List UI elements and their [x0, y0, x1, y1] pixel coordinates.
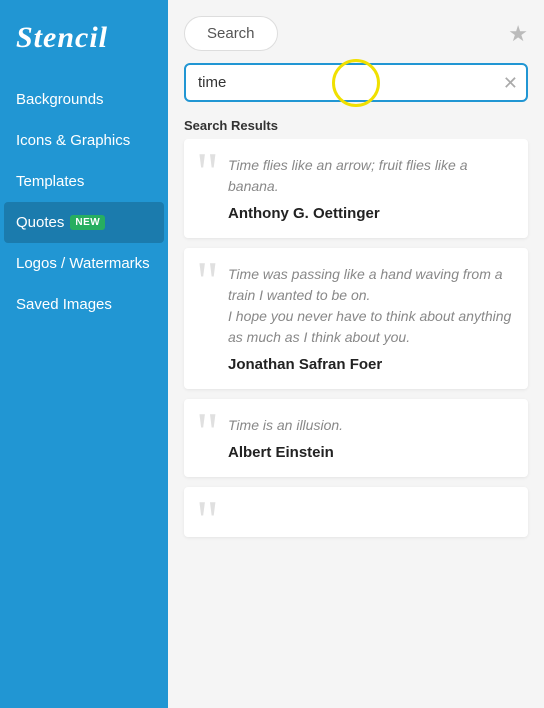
quote-mark-icon: "	[196, 260, 219, 305]
topbar: Search ★	[168, 0, 544, 63]
sidebar-item-label: Backgrounds	[16, 91, 104, 108]
app-logo: Stencil	[0, 0, 168, 79]
sidebar-item-icons-graphics[interactable]: Icons & Graphics	[0, 120, 168, 161]
sidebar-item-label: Logos / Watermarks	[16, 255, 150, 272]
search-input-wrapper: ✕	[184, 63, 528, 102]
main-content: Search ★ ✕ Search Results " Time flies l…	[168, 0, 544, 708]
sidebar-item-label: Icons & Graphics	[16, 132, 130, 149]
sidebar: Stencil Backgrounds Icons & Graphics Tem…	[0, 0, 168, 708]
sidebar-item-backgrounds[interactable]: Backgrounds	[0, 79, 168, 120]
result-card[interactable]: " Time flies like an arrow; fruit flies …	[184, 139, 528, 238]
sidebar-nav: Backgrounds Icons & Graphics Templates Q…	[0, 79, 168, 325]
search-tab-button[interactable]: Search	[184, 16, 278, 51]
result-card[interactable]: " Time is an illusion. Albert Einstein	[184, 399, 528, 477]
clear-icon: ✕	[503, 74, 518, 92]
sidebar-item-label: Templates	[16, 173, 84, 190]
sidebar-item-label: Saved Images	[16, 296, 112, 313]
quote-text: Time was passing like a hand waving from…	[200, 264, 512, 348]
quote-author: Albert Einstein	[200, 444, 512, 461]
quote-author: Anthony G. Oettinger	[200, 205, 512, 222]
result-card[interactable]: "	[184, 487, 528, 537]
result-card[interactable]: " Time was passing like a hand waving fr…	[184, 248, 528, 389]
search-area: ✕	[168, 63, 544, 110]
quote-text: Time flies like an arrow; fruit flies li…	[200, 155, 512, 197]
quote-text: Time is an illusion.	[200, 415, 512, 436]
results-label: Search Results	[168, 110, 544, 139]
sidebar-item-logos-watermarks[interactable]: Logos / Watermarks	[0, 243, 168, 284]
quote-mark-icon: "	[196, 499, 219, 544]
quote-author: Jonathan Safran Foer	[200, 356, 512, 373]
quote-mark-icon: "	[196, 411, 219, 456]
sidebar-item-saved-images[interactable]: Saved Images	[0, 284, 168, 325]
sidebar-item-templates[interactable]: Templates	[0, 161, 168, 202]
sidebar-item-quotes[interactable]: Quotes NEW	[4, 202, 164, 243]
search-clear-button[interactable]: ✕	[503, 74, 518, 92]
new-badge: NEW	[70, 215, 105, 230]
star-icon: ★	[508, 21, 528, 46]
sidebar-item-label: Quotes	[16, 214, 64, 231]
favorites-button[interactable]: ★	[508, 23, 528, 45]
quote-mark-icon: "	[196, 151, 219, 196]
search-input[interactable]	[184, 63, 528, 102]
results-list: " Time flies like an arrow; fruit flies …	[168, 139, 544, 708]
